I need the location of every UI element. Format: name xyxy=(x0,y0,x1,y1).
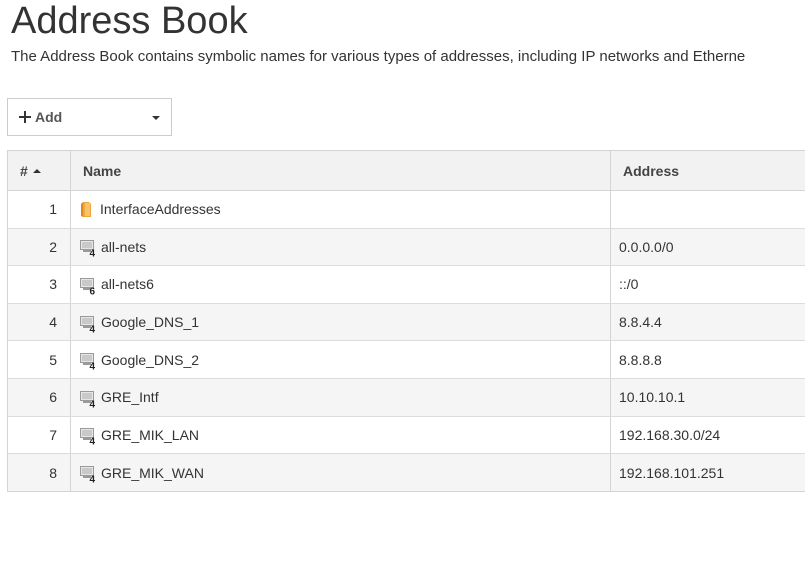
row-name: GRE_MIK_LAN xyxy=(101,426,200,443)
svg-text:6: 6 xyxy=(90,286,96,295)
table-row[interactable]: 1 InterfaceAddresses xyxy=(8,191,805,229)
sort-ascending-icon xyxy=(32,169,41,173)
row-name-cell: 4 Google_DNS_2 xyxy=(71,341,611,378)
row-address: 8.8.8.8 xyxy=(619,351,662,368)
table-row[interactable]: 4 4 Google_DNS_1 8.8.4.4 xyxy=(8,303,805,342)
add-label: Add xyxy=(35,109,63,125)
row-number: 4 xyxy=(8,303,71,341)
row-number: 2 xyxy=(8,228,71,266)
row-address: 192.168.101.251 xyxy=(619,464,725,481)
row-name-cell: InterfaceAddresses xyxy=(71,191,611,228)
ipv4-address-icon: 4 xyxy=(80,239,98,257)
column-header-address[interactable]: Address xyxy=(611,151,805,190)
row-name: GRE_MIK_WAN xyxy=(101,464,204,481)
row-address xyxy=(611,191,805,228)
row-name: all-nets xyxy=(101,238,147,255)
svg-text:4: 4 xyxy=(90,324,96,333)
row-name: GRE_Intf xyxy=(101,389,159,406)
row-number: 8 xyxy=(8,454,71,491)
table-row[interactable]: 7 4 GRE_MIK_LAN 192.168.30.0/24 xyxy=(8,416,805,455)
ipv6-address-icon: 6 xyxy=(80,277,98,295)
row-name-cell: 4 all-nets xyxy=(71,228,611,266)
row-address: ::/0 xyxy=(619,276,639,293)
svg-text:4: 4 xyxy=(90,249,96,258)
table-body: 1 InterfaceAddresses 2 4 all-nets 0.0.0.0/0 3 6… xyxy=(8,191,805,491)
row-address: 0.0.0.0/0 xyxy=(619,238,674,255)
plus-icon xyxy=(19,111,31,123)
svg-text:4: 4 xyxy=(90,475,96,484)
page-description: The Address Book contains symbolic names… xyxy=(11,48,746,65)
address-book-table: # Name Address 1 InterfaceAddresses 2 4 all-… xyxy=(7,150,805,492)
row-address: 8.8.4.4 xyxy=(619,314,662,331)
table-row[interactable]: 36 all-nets6::/0 xyxy=(8,266,805,304)
column-header-address-label: Address xyxy=(623,162,680,179)
row-name: InterfaceAddresses xyxy=(100,201,221,218)
table-row[interactable]: 2 4 all-nets 0.0.0.0/0 xyxy=(8,228,805,267)
row-number: 1 xyxy=(8,191,71,228)
table-row[interactable]: 5 4 Google_DNS_2 8.8.8.8 xyxy=(8,341,805,379)
table-row[interactable]: 8 4 GRE_MIK_WAN 192.168.101.251 xyxy=(8,454,805,491)
row-number: 5 xyxy=(8,341,71,378)
ipv4-address-icon: 4 xyxy=(80,427,98,445)
column-header-name-label: Name xyxy=(83,162,122,179)
table-header: # Name Address xyxy=(8,151,805,191)
table-row[interactable]: 6 4 GRE_Intf 10.10.10.1 xyxy=(8,378,805,417)
row-name-cell: 6 all-nets6 xyxy=(71,266,611,303)
row-name: Google_DNS_1 xyxy=(101,314,200,331)
row-address: 10.10.10.1 xyxy=(619,389,686,406)
row-name-cell: 4 GRE_MIK_LAN xyxy=(71,416,611,454)
column-header-name[interactable]: Name xyxy=(71,151,611,190)
row-name-cell: 4 GRE_MIK_WAN xyxy=(71,454,611,491)
svg-text:4: 4 xyxy=(90,362,96,371)
row-address: 192.168.30.0/24 xyxy=(619,426,721,443)
add-dropdown-button[interactable]: Add xyxy=(7,98,172,136)
row-name: all-nets6 xyxy=(101,276,154,293)
folder-icon xyxy=(80,201,94,218)
column-header-number[interactable]: # xyxy=(8,151,71,190)
row-name: Google_DNS_2 xyxy=(101,351,200,368)
ipv4-address-icon: 4 xyxy=(80,315,98,333)
caret-down-icon[interactable] xyxy=(152,116,160,120)
svg-text:4: 4 xyxy=(90,437,96,446)
row-number: 3 xyxy=(8,266,71,303)
row-name-cell: 4 Google_DNS_1 xyxy=(71,303,611,341)
column-header-number-label: # xyxy=(20,162,28,179)
svg-text:4: 4 xyxy=(90,399,96,408)
row-number: 6 xyxy=(8,378,71,416)
row-number: 7 xyxy=(8,416,71,454)
ipv4-address-icon: 4 xyxy=(80,352,98,370)
row-name-cell: 4 GRE_Intf xyxy=(71,378,611,416)
ipv4-address-icon: 4 xyxy=(80,465,98,483)
page-title: Address Book xyxy=(11,0,248,42)
ipv4-address-icon: 4 xyxy=(80,390,98,408)
